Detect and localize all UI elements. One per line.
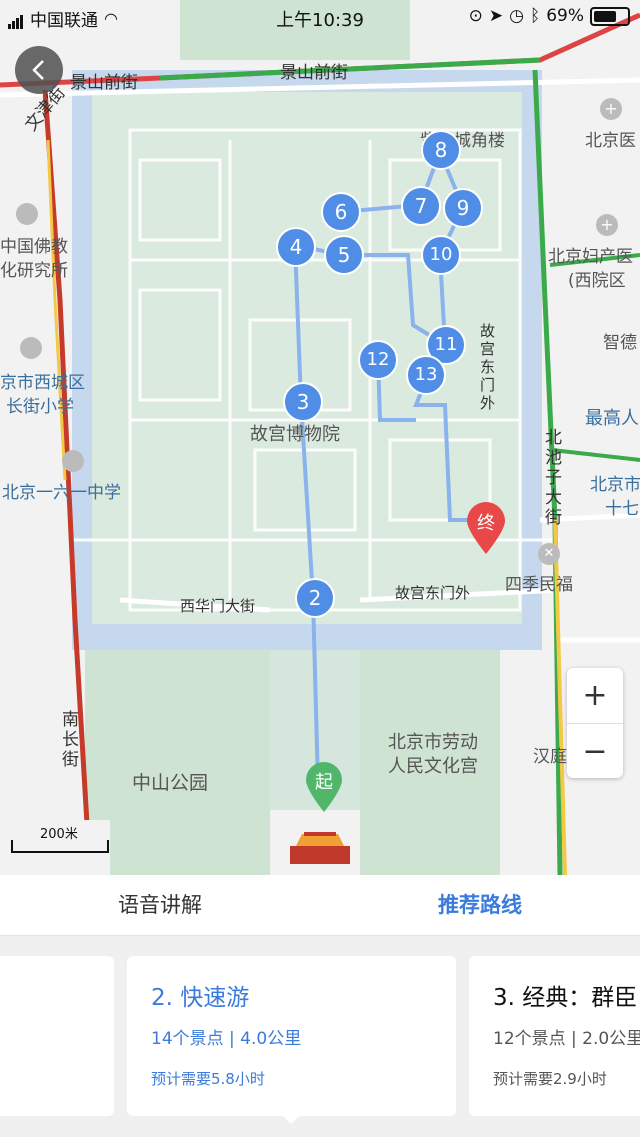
alarm-icon: ◷ (509, 6, 524, 26)
route-card-meta: 14个景点 | 4.0公里 (151, 1029, 302, 1049)
route-stop-marker[interactable]: 2 (295, 578, 335, 618)
road-label: 故宫东门外 (395, 584, 471, 602)
route-stop-marker[interactable]: 9 (443, 188, 483, 228)
road-label: 故宫东门外 (480, 322, 496, 412)
back-button[interactable] (15, 46, 63, 94)
place-label: 四季民福 (505, 575, 573, 595)
tab-recommended-routes[interactable]: 推荐路线 (320, 875, 640, 935)
route-stop-marker[interactable]: 12 (358, 340, 398, 380)
place-label: 智德 (603, 333, 637, 353)
place-label: 人民文化宫 (388, 756, 478, 777)
battery-percent: 69% (546, 6, 584, 26)
route-stop-marker[interactable]: 7 (401, 186, 441, 226)
restaurant-icon: ✕ (538, 543, 560, 565)
chevron-left-icon (32, 60, 44, 80)
zoom-out-button[interactable]: − (567, 724, 623, 779)
card-pointer (283, 1116, 299, 1124)
end-pin-label: 终 (477, 513, 495, 534)
status-bar: 中国联通 ◠ 上午10:39 ⊙ ➤ ◷ ᛒ 69% (0, 0, 640, 34)
route-card-title: 3. 经典：群臣 (493, 985, 638, 1011)
place-label: 故宫博物院 (250, 424, 340, 445)
location-icon: ➤ (488, 6, 504, 26)
end-pin[interactable]: 终 (465, 500, 507, 556)
route-card-carousel[interactable]: 2. 快速游 14个景点 | 4.0公里 预计需要5.8小时 3. 经典：群臣 … (0, 936, 640, 1137)
place-label: 十七 (605, 499, 639, 519)
road-label: 南长街 (62, 710, 79, 770)
zhongshan-park (85, 650, 270, 875)
place-label: 北京市 (590, 475, 640, 495)
route-stop-marker[interactable]: 5 (324, 235, 364, 275)
lock-rotation-icon: ⊙ (468, 6, 483, 26)
place-label: 汉庭 (533, 747, 567, 767)
route-card-time: 预计需要5.8小时 (151, 1070, 265, 1088)
place-label: 北京一六一中学 (2, 483, 121, 503)
place-label: 北京妇产医 (548, 247, 633, 267)
school-icon (62, 450, 84, 472)
place-label: 中山公园 (132, 772, 209, 794)
road-label: 景山前街 (70, 73, 138, 93)
tab-audio-guide[interactable]: 语音讲解 (0, 875, 320, 935)
route-stop-marker[interactable]: 8 (421, 130, 461, 170)
road-label: 西华门大街 (180, 597, 256, 615)
place-label: 化研究所 (0, 261, 68, 281)
road-label: 北池子大街 (545, 428, 562, 528)
route-card[interactable]: 3. 经典：群臣 12个景点 | 2.0公里 预计需要2.9小时 (469, 956, 640, 1116)
road-label: 景山前街 (280, 63, 348, 83)
place-label: (西院区 (568, 271, 626, 291)
route-card[interactable] (0, 956, 114, 1116)
school-icon (20, 337, 42, 359)
building-icon (16, 203, 38, 225)
route-card-title: 2. 快速游 (151, 985, 250, 1011)
place-label: 中国佛教 (0, 237, 68, 257)
route-stop-marker[interactable]: 13 (406, 355, 446, 395)
hospital-icon: + (596, 214, 618, 236)
hospital-icon: + (600, 98, 622, 120)
place-label: 长街小学 (6, 397, 74, 417)
start-pin[interactable]: 起 (304, 760, 344, 814)
route-stop-marker[interactable]: 4 (276, 227, 316, 267)
route-card-selected[interactable]: 2. 快速游 14个景点 | 4.0公里 预计需要5.8小时 (127, 956, 456, 1116)
zoom-controls: + − (567, 668, 623, 778)
start-pin-label: 起 (315, 772, 333, 793)
scale-label: 200米 (40, 827, 78, 842)
bluetooth-icon: ᛒ (530, 6, 541, 26)
place-label: 北京市劳动 (388, 732, 478, 753)
route-stop-marker[interactable]: 3 (283, 382, 323, 422)
zoom-in-button[interactable]: + (567, 668, 623, 724)
place-label: 北京医 (585, 131, 636, 151)
place-label: 京市西城区 (0, 373, 85, 393)
battery-icon (590, 6, 630, 26)
route-stop-marker[interactable]: 6 (321, 192, 361, 232)
route-stop-marker[interactable]: 10 (421, 235, 461, 275)
route-card-meta: 12个景点 | 2.0公里 (493, 1029, 640, 1049)
map-view[interactable]: 景山前街 景山前街 文津街 南长街 北池子大街 西华门大街 故宫东门外 故宫东门… (0, 0, 640, 875)
place-label: 最高人 (585, 408, 639, 429)
tab-bar: 语音讲解 推荐路线 (0, 875, 640, 936)
route-card-time: 预计需要2.9小时 (493, 1070, 607, 1088)
